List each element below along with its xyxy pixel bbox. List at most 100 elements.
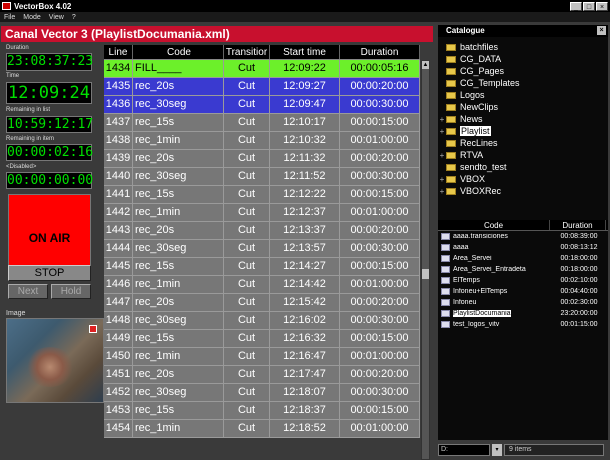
- col-duration[interactable]: Duration: [340, 45, 420, 59]
- playlist-row[interactable]: 1440 rec_30seg Cut 12:11:52 00:00:30:00: [104, 168, 420, 186]
- folder-item[interactable]: + News: [438, 113, 483, 125]
- clip-row[interactable]: aaaa.transiciones 00:08:39:00: [438, 231, 608, 242]
- playlist-row[interactable]: 1438 rec_1min Cut 12:10:32 00:01:00:00: [104, 132, 420, 150]
- folder-item[interactable]: batchfiles: [438, 41, 498, 53]
- playlist-row[interactable]: 1451 rec_20s Cut 12:17:47 00:00:20:00: [104, 366, 420, 384]
- document-icon: [441, 299, 450, 306]
- row-code: FILL____: [133, 60, 224, 77]
- playlist-row[interactable]: 1452 rec_30seg Cut 12:18:07 00:00:30:00: [104, 384, 420, 402]
- row-start: 12:16:47: [270, 348, 340, 365]
- drive-dropdown-icon[interactable]: ▾: [492, 444, 502, 456]
- playlist-scrollbar[interactable]: ▲: [421, 60, 430, 460]
- menu-mode[interactable]: Mode: [23, 14, 41, 21]
- folder-item[interactable]: CG_DATA: [438, 53, 501, 65]
- clip-duration: 00:04:40:00: [560, 288, 598, 295]
- playlist-row[interactable]: 1439 rec_20s Cut 12:11:32 00:00:20:00: [104, 150, 420, 168]
- row-transition: Cut: [224, 168, 270, 185]
- window-title: VectorBox 4.02: [14, 1, 72, 11]
- playlist-row[interactable]: 1442 rec_1min Cut 12:12:37 00:01:00:00: [104, 204, 420, 222]
- playlist-row[interactable]: 1434 FILL____ Cut 12:09:22 00:00:05:16: [104, 60, 420, 78]
- scroll-thumb[interactable]: [422, 269, 429, 279]
- row-start: 12:10:32: [270, 132, 340, 149]
- playlist-row[interactable]: 1435 rec_20s Cut 12:09:27 00:00:20:00: [104, 78, 420, 96]
- playlist-row[interactable]: 1453 rec_15s Cut 12:18:37 00:00:15:00: [104, 402, 420, 420]
- folder-item[interactable]: + Playlist: [438, 125, 491, 137]
- row-transition: Cut: [224, 114, 270, 131]
- row-duration: 00:00:20:00: [340, 78, 420, 95]
- playlist-row[interactable]: 1436 rec_30seg Cut 12:09:47 00:00:30:00: [104, 96, 420, 114]
- catalogue-close-button[interactable]: ×: [597, 26, 606, 35]
- clip-row[interactable]: Infoneu+ElTemps 00:04:40:00: [438, 286, 608, 297]
- minimize-button[interactable]: _: [570, 1, 582, 11]
- playlist-row[interactable]: 1437 rec_15s Cut 12:10:17 00:00:15:00: [104, 114, 420, 132]
- playlist-row[interactable]: 1443 rec_20s Cut 12:13:37 00:00:20:00: [104, 222, 420, 240]
- playlist-row[interactable]: 1444 rec_30seg Cut 12:13:57 00:00:30:00: [104, 240, 420, 258]
- menu-file[interactable]: File: [4, 14, 15, 21]
- expand-icon[interactable]: +: [438, 175, 446, 184]
- close-button[interactable]: ×: [596, 1, 608, 11]
- row-code: rec_1min: [133, 276, 224, 293]
- row-transition: Cut: [224, 348, 270, 365]
- col-line[interactable]: Line: [104, 45, 133, 59]
- folder-item[interactable]: + VBOXRec: [438, 185, 501, 197]
- clip-code-text: Infoneu+ElTemps: [453, 288, 508, 295]
- row-start: 12:11:52: [270, 168, 340, 185]
- folder-label: News: [460, 114, 483, 124]
- expand-icon[interactable]: +: [438, 187, 446, 196]
- playlist-row[interactable]: 1448 rec_30seg Cut 12:16:02 00:00:30:00: [104, 312, 420, 330]
- playlist-row[interactable]: 1454 rec_1min Cut 12:18:52 00:01:00:00: [104, 420, 420, 438]
- playlist-row[interactable]: 1447 rec_20s Cut 12:15:42 00:00:20:00: [104, 294, 420, 312]
- playlist-row[interactable]: 1445 rec_15s Cut 12:14:27 00:00:15:00: [104, 258, 420, 276]
- expand-icon[interactable]: +: [438, 115, 446, 124]
- folder-item[interactable]: RecLines: [438, 137, 498, 149]
- playlist-row[interactable]: 1450 rec_1min Cut 12:16:47 00:01:00:00: [104, 348, 420, 366]
- row-duration: 00:00:30:00: [340, 312, 420, 329]
- menu-view[interactable]: View: [49, 14, 64, 21]
- row-code: rec_1min: [133, 348, 224, 365]
- scroll-up-icon[interactable]: ▲: [422, 61, 429, 69]
- menu-help[interactable]: ?: [72, 14, 76, 21]
- folder-label: CG_Templates: [460, 78, 520, 88]
- expand-icon[interactable]: +: [438, 127, 446, 136]
- folder-tree: batchfiles CG_DATA CG_Pages CG_Templates Log…: [438, 37, 608, 229]
- folder-item[interactable]: NewClips: [438, 101, 498, 113]
- grid-header: Line Code Transitior Start time Duration: [104, 45, 420, 60]
- row-line: 1450: [104, 348, 133, 365]
- clip-row[interactable]: Infoneu 00:02:30:00: [438, 297, 608, 308]
- row-line: 1436: [104, 96, 133, 113]
- folder-icon: [446, 139, 456, 147]
- clip-row[interactable]: ElTemps 00:02:10:00: [438, 275, 608, 286]
- col-transition[interactable]: Transitior: [224, 45, 270, 59]
- folder-item[interactable]: + RTVA: [438, 149, 484, 161]
- clip-row[interactable]: test_logos_vitv 00:01:15:00: [438, 319, 608, 330]
- folder-item[interactable]: CG_Templates: [438, 77, 520, 89]
- maximize-button[interactable]: □: [583, 1, 595, 11]
- playlist-row[interactable]: 1446 rec_1min Cut 12:14:42 00:01:00:00: [104, 276, 420, 294]
- clip-row[interactable]: aaaa 00:08:13:12: [438, 242, 608, 253]
- folder-item[interactable]: + VBOX: [438, 173, 485, 185]
- clip-row[interactable]: PlaylistDocumania 23:20:00:00: [438, 308, 608, 319]
- playlist-row[interactable]: 1441 rec_15s Cut 12:12:22 00:00:15:00: [104, 186, 420, 204]
- folder-icon: [446, 103, 456, 111]
- col-clip-code[interactable]: Code: [438, 220, 550, 230]
- row-code: rec_20s: [133, 222, 224, 239]
- playlist-row[interactable]: 1449 rec_15s Cut 12:16:32 00:00:15:00: [104, 330, 420, 348]
- row-duration: 00:00:30:00: [340, 240, 420, 257]
- folder-item[interactable]: sendto_test: [438, 161, 507, 173]
- clip-row[interactable]: Area_Servei_Entradeta 00:18:00:00: [438, 264, 608, 275]
- document-icon: [441, 288, 450, 295]
- clip-row[interactable]: Area_Servei 00:18:00:00: [438, 253, 608, 264]
- col-clip-duration[interactable]: Duration: [550, 220, 606, 230]
- col-start[interactable]: Start time: [270, 45, 340, 59]
- expand-icon[interactable]: +: [438, 151, 446, 160]
- folder-item[interactable]: CG_Pages: [438, 65, 504, 77]
- drive-select[interactable]: D:: [438, 444, 490, 456]
- clip-duration: 00:01:15:00: [560, 321, 598, 328]
- clip-duration: 00:08:39:00: [560, 233, 598, 240]
- title-bar: VectorBox 4.02 _ □ ×: [0, 0, 610, 12]
- row-duration: 00:01:00:00: [340, 132, 420, 149]
- col-code[interactable]: Code: [133, 45, 224, 59]
- row-duration: 00:00:20:00: [340, 294, 420, 311]
- folder-item[interactable]: Logos: [438, 89, 485, 101]
- row-line: 1437: [104, 114, 133, 131]
